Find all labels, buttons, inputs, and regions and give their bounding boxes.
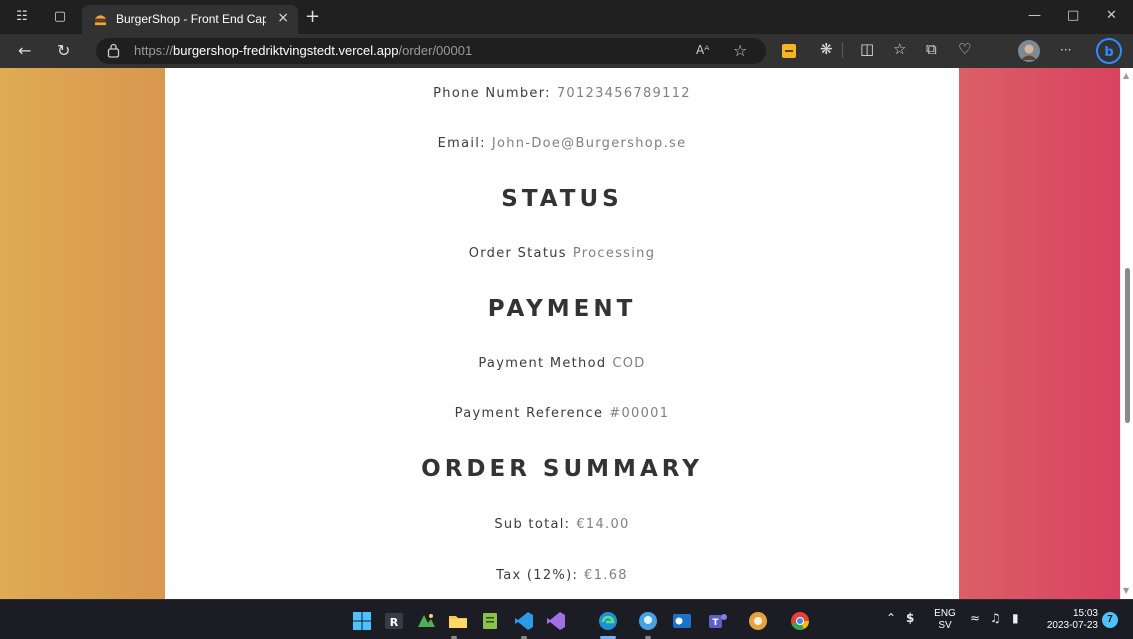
close-window-icon[interactable]: ✕ <box>1106 8 1117 23</box>
phone-row: Phone Number: 70123456789112 <box>165 86 959 101</box>
currency-app-icon[interactable]: $ <box>906 611 914 625</box>
payment-method-row: Payment Method COD <box>165 356 959 371</box>
app-r-icon[interactable]: R <box>384 611 404 631</box>
clock-time: 15:03 <box>1072 608 1098 619</box>
back-icon[interactable]: ← <box>18 41 31 60</box>
visual-studio-icon[interactable] <box>546 611 566 631</box>
favorite-star-icon[interactable]: ☆ <box>733 41 747 60</box>
subtotal-value: €14.00 <box>576 517 630 532</box>
url-path: /order/00001 <box>398 43 473 58</box>
chrome-icon[interactable] <box>790 611 810 631</box>
language-top: ENG <box>934 608 956 619</box>
svg-text:T: T <box>712 618 719 628</box>
workspaces-icon[interactable]: ☷ <box>15 10 29 24</box>
favorites-icon[interactable]: ☆ <box>893 40 906 58</box>
vertical-scrollbar[interactable]: ▲ ▼ <box>1120 68 1133 599</box>
collections-icon[interactable]: ⧉ <box>926 40 937 58</box>
svg-text:b: b <box>1104 45 1113 60</box>
scrollbar-thumb[interactable] <box>1125 268 1130 423</box>
tax-label: Tax (12%): <box>496 568 579 583</box>
tab-close-icon[interactable]: × <box>277 10 289 26</box>
extensions-icon[interactable]: ❋ <box>820 40 833 58</box>
subtotal-label: Sub total: <box>494 517 571 532</box>
show-hidden-icons-icon[interactable]: ⌃ <box>886 611 896 625</box>
tax-value: €1.68 <box>584 568 628 583</box>
status-heading: STATUS <box>501 186 623 212</box>
tax-row: Tax (12%): €1.68 <box>165 568 959 583</box>
split-screen-icon[interactable]: ◫ <box>860 40 874 58</box>
right-gradient-panel <box>959 68 1120 599</box>
tab-actions-icon[interactable]: ▢ <box>53 10 67 24</box>
bulb-app-icon[interactable] <box>638 611 658 631</box>
payment-heading: PAYMENT <box>487 296 637 322</box>
tab-title: BurgerShop - Front End Capstone <box>116 12 266 26</box>
email-row: Email: John-Doe@Burgershop.se <box>165 136 959 151</box>
edge-browser-icon[interactable] <box>598 611 618 631</box>
clock-date: 2023-07-23 <box>1046 620 1098 631</box>
battery-icon[interactable]: ▮ <box>1012 611 1019 625</box>
order-status-value: Processing <box>572 246 656 261</box>
address-bar[interactable]: https://burgershop-fredriktvingstedt.ver… <box>96 38 766 64</box>
browser-toolbar: ← ↻ https://burgershop-fredriktvingstedt… <box>0 34 1133 68</box>
payment-reference-value: #00001 <box>609 406 670 421</box>
wifi-icon[interactable]: ≈ <box>970 611 980 625</box>
payment-method-value: COD <box>612 356 646 371</box>
payment-method-label: Payment Method <box>478 356 607 371</box>
system-clock[interactable]: 15:03 2023-07-23 <box>1038 608 1098 632</box>
notification-badge[interactable]: 7 <box>1102 612 1118 628</box>
phone-label: Phone Number: <box>433 86 551 101</box>
phone-value: 70123456789112 <box>556 86 691 101</box>
email-label: Email: <box>437 136 486 151</box>
url-text: https://burgershop-fredriktvingstedt.ver… <box>134 43 472 58</box>
lock-icon <box>107 43 120 58</box>
scroll-down-icon[interactable]: ▼ <box>1123 586 1129 595</box>
email-value: John-Doe@Burgershop.se <box>491 136 687 151</box>
toolbar-divider: | <box>840 40 846 58</box>
screen: ☷ ▢ BurgerShop - Front End Capstone × + … <box>0 0 1133 639</box>
url-scheme: https:// <box>134 43 174 58</box>
payment-reference-row: Payment Reference #00001 <box>165 406 959 421</box>
payment-reference-label: Payment Reference <box>454 406 604 421</box>
subtotal-row: Sub total: €14.00 <box>165 517 959 532</box>
minimize-icon[interactable]: — <box>1028 8 1041 23</box>
notepad-app-icon[interactable] <box>480 611 500 631</box>
outlook-icon[interactable] <box>672 611 692 631</box>
page-viewport: Phone Number: 70123456789112 Email: John-D… <box>0 68 1133 599</box>
more-menu-icon[interactable]: ··· <box>1060 43 1071 57</box>
read-aloud-icon[interactable]: Aᴬ <box>696 43 709 57</box>
restore-icon[interactable]: □ <box>1067 8 1079 23</box>
taskbar: R T ⌃ $ ENG SV ≈ ♫ ▮ 15:03 2023-07-23 7 <box>0 599 1133 639</box>
order-details-panel: Phone Number: 70123456789112 Email: John-D… <box>165 68 959 599</box>
vscode-icon[interactable] <box>514 611 534 631</box>
profile-avatar[interactable] <box>1018 40 1040 62</box>
photos-app-icon[interactable] <box>416 611 436 631</box>
burger-favicon-icon <box>94 15 107 26</box>
volume-muted-icon[interactable]: ♫ <box>990 611 1001 625</box>
file-explorer-icon[interactable] <box>448 611 468 631</box>
tab-burgershop[interactable]: BurgerShop - Front End Capstone × <box>82 5 298 34</box>
svg-text:R: R <box>390 616 399 629</box>
refresh-icon[interactable]: ↻ <box>57 41 70 60</box>
new-tab-button[interactable]: + <box>305 6 320 27</box>
url-host: burgershop-fredriktvingstedt.vercel.app <box>173 43 399 58</box>
teams-icon[interactable]: T <box>708 611 728 631</box>
left-gradient-panel <box>0 68 165 599</box>
scroll-up-icon[interactable]: ▲ <box>1123 71 1129 80</box>
browser-essentials-icon[interactable]: ♡ <box>958 40 971 58</box>
language-indicator[interactable]: ENG SV <box>933 608 957 632</box>
bing-copilot-icon[interactable]: b <box>1096 37 1122 65</box>
order-status-label: Order Status <box>468 246 567 261</box>
order-status-row: Order Status Processing <box>165 246 959 261</box>
browser-tab-strip: ☷ ▢ BurgerShop - Front End Capstone × + … <box>0 0 1133 34</box>
windows-start-icon[interactable] <box>352 611 372 631</box>
extension-notes-icon[interactable] <box>781 43 797 59</box>
chrome-canary-icon[interactable] <box>748 611 768 631</box>
language-bottom: SV <box>938 620 952 631</box>
order-summary-heading: ORDER SUMMARY <box>421 456 703 482</box>
